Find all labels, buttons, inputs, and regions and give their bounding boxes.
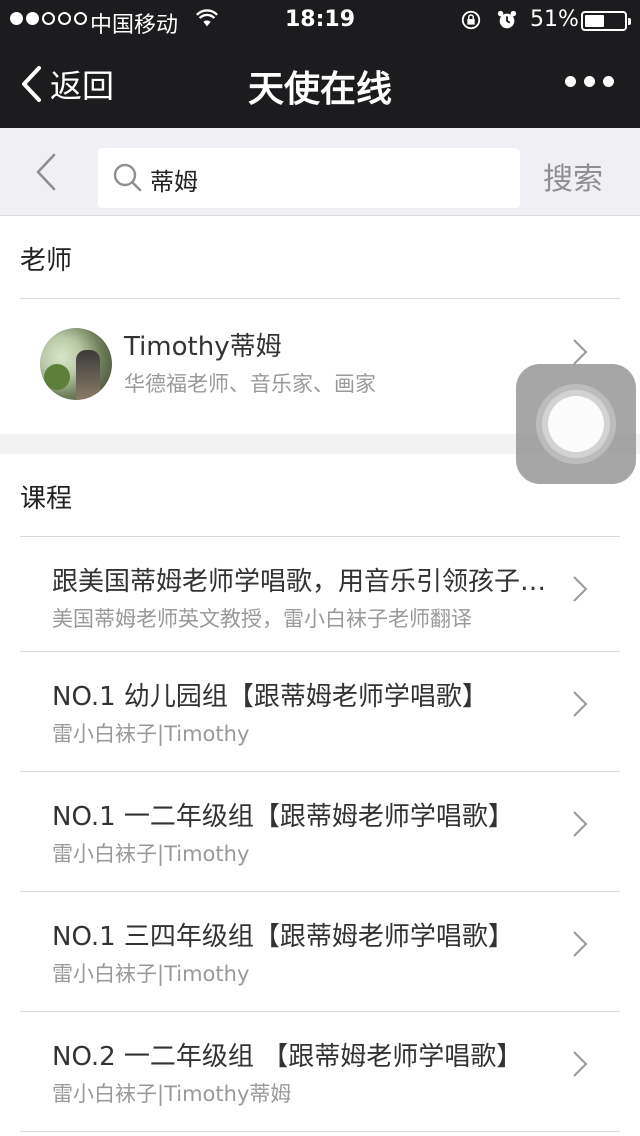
nav-bar: 返回 天使在线 <box>0 40 640 128</box>
avatar <box>40 328 112 400</box>
search-icon <box>113 163 142 192</box>
search-button[interactable]: 搜索 <box>543 154 603 198</box>
course-list-item[interactable]: NO.1 一二年级组【跟蒂姆老师学唱歌】 雷小白袜子|Timothy <box>0 772 640 892</box>
assistive-touch-button[interactable] <box>516 364 636 484</box>
chevron-right-icon <box>573 576 588 602</box>
status-bar: 中国移动 18:19 51% <box>0 0 640 40</box>
course-title: NO.1 三四年级组【跟蒂姆老师学唱歌】 <box>52 922 514 952</box>
chevron-right-icon <box>573 811 588 837</box>
chevron-right-icon <box>573 931 588 957</box>
course-list-item[interactable]: NO.1 幼儿园组【跟蒂姆老师学唱歌】 雷小白袜子|Timothy <box>0 652 640 772</box>
divider <box>20 298 620 299</box>
chevron-right-icon <box>573 691 588 717</box>
more-dots-icon[interactable] <box>565 76 614 87</box>
teacher-description: 华德福老师、音乐家、画家 <box>124 372 376 396</box>
teacher-name: Timothy蒂姆 <box>124 332 282 362</box>
search-input[interactable]: 蒂姆 <box>98 148 520 208</box>
course-list-item[interactable]: NO.2 一二年级组 【跟蒂姆老师学唱歌】 雷小白袜子|Timothy蒂姆 <box>0 1012 640 1132</box>
chevron-right-icon <box>573 1051 588 1077</box>
course-subtitle: 美国蒂姆老师英文教授，雷小白袜子老师翻译 <box>52 607 472 631</box>
course-subtitle: 雷小白袜子|Timothy <box>52 722 250 746</box>
course-subtitle: 雷小白袜子|Timothy <box>52 842 250 866</box>
page-title: 天使在线 <box>247 69 392 110</box>
course-title: 跟美国蒂姆老师学唱歌，用音乐引领孩子走进英语世界 <box>52 567 560 597</box>
course-title: NO.1 一二年级组【跟蒂姆老师学唱歌】 <box>52 802 514 832</box>
chevron-right-icon <box>573 339 588 365</box>
battery-icon <box>581 11 631 31</box>
course-subtitle: 雷小白袜子|Timothy蒂姆 <box>52 1082 292 1106</box>
course-title: NO.1 幼儿园组【跟蒂姆老师学唱歌】 <box>52 682 488 712</box>
rotation-lock-icon <box>461 10 481 30</box>
course-subtitle: 雷小白袜子|Timothy <box>52 962 250 986</box>
alarm-icon <box>497 10 517 29</box>
divider <box>20 1131 620 1132</box>
section-header-teachers: 老师 <box>20 246 73 276</box>
chevron-left-icon[interactable] <box>34 152 58 192</box>
course-title: NO.2 一二年级组 【跟蒂姆老师学唱歌】 <box>52 1042 523 1072</box>
search-query: 蒂姆 <box>150 168 198 196</box>
course-list-item[interactable]: NO.1 三四年级组【跟蒂姆老师学唱歌】 雷小白袜子|Timothy <box>0 892 640 1012</box>
section-header-courses: 课程 <box>20 484 73 514</box>
search-bar: 蒂姆 搜索 <box>0 128 640 216</box>
course-list-item[interactable]: 跟美国蒂姆老师学唱歌，用音乐引领孩子走进英语世界 美国蒂姆老师英文教授，雷小白袜… <box>0 537 640 657</box>
battery-percent: 51% <box>530 7 579 32</box>
